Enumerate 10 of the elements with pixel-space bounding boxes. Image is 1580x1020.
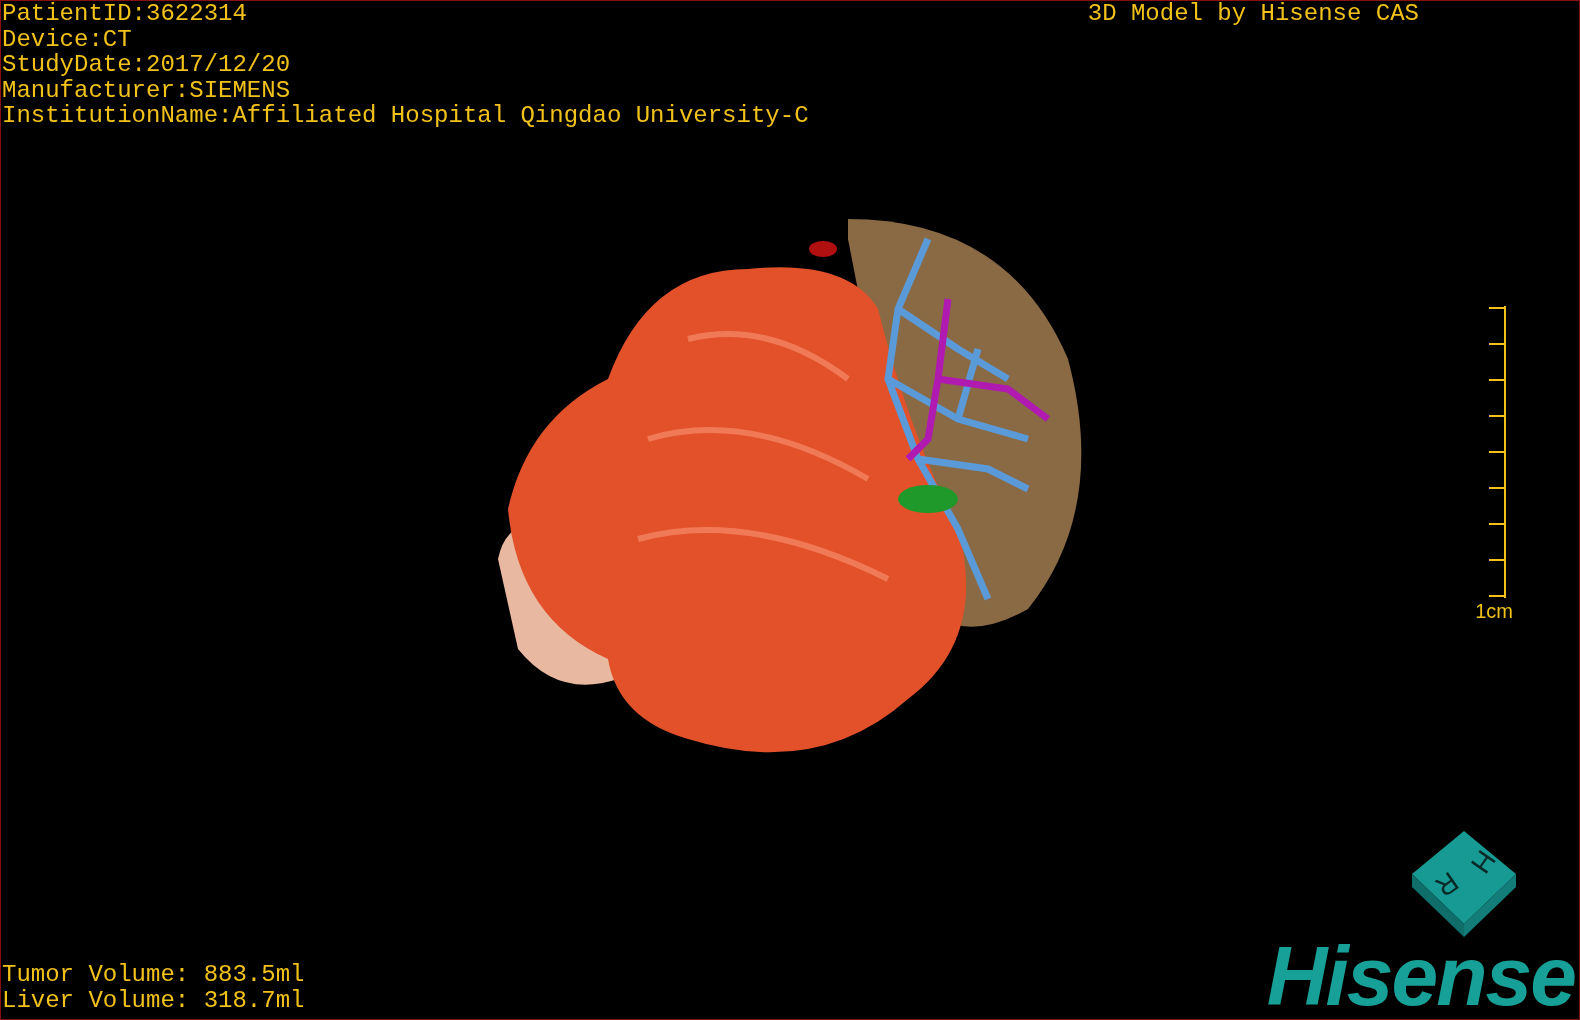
volume-text: Tumor Volume: 883.5ml xyxy=(2,962,305,988)
study-info-text: Manufacturer:SIEMENS xyxy=(2,77,292,103)
volume-text: Liver Volume: 318.7ml xyxy=(2,987,305,1013)
study-info-text: Device:CT xyxy=(2,26,133,52)
study-info-text: PatientID:3622314 xyxy=(2,1,248,27)
study-info-text: InstitutionName:Affiliated Hospital Qingdao University-C xyxy=(2,103,809,129)
brand-logo: Hisense xyxy=(1266,939,1575,1013)
viewer-title: 3D Model by Hisense CAS xyxy=(1087,1,1419,29)
scale-label: 1cm xyxy=(1475,600,1513,624)
study-info-text: StudyDate:2017/12/20 xyxy=(2,52,292,78)
